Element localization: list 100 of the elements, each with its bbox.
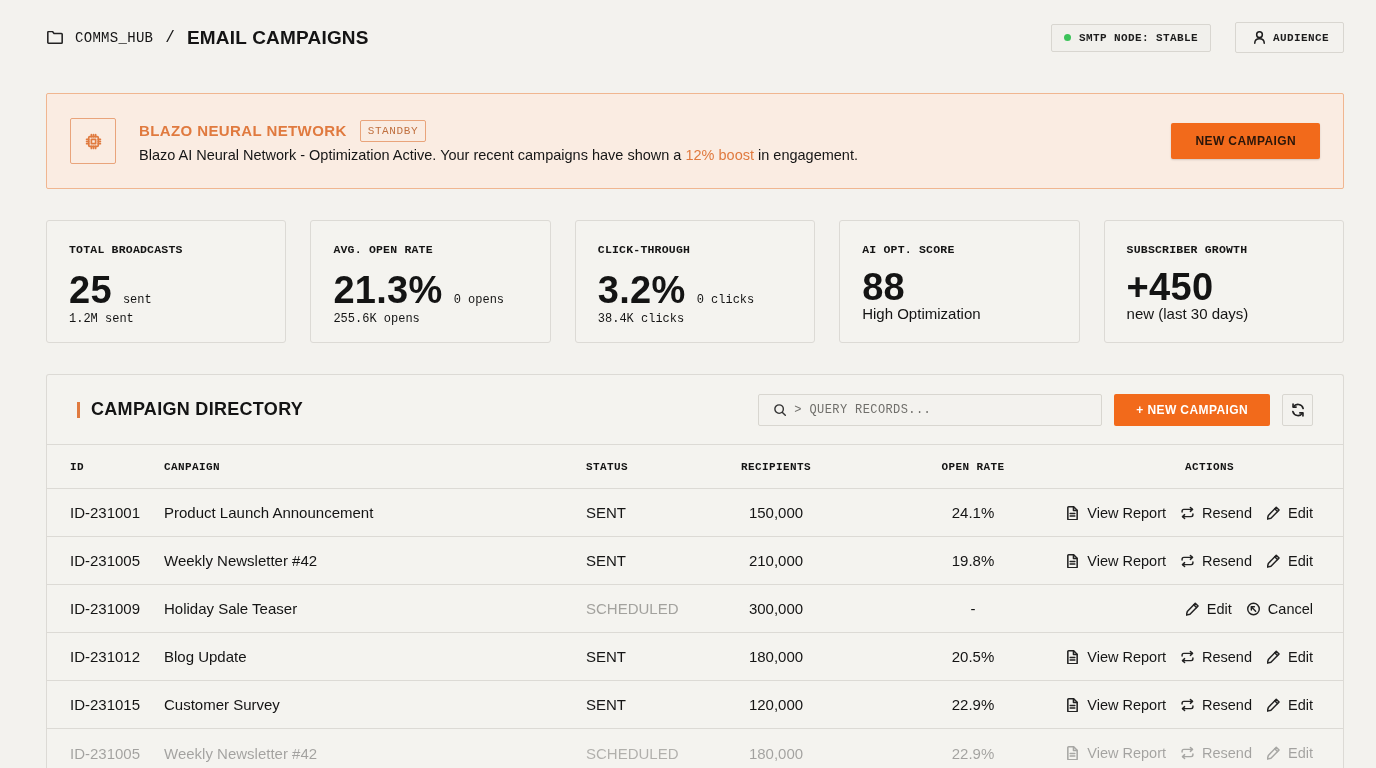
stat-unit: sent	[122, 293, 152, 307]
status-cell: SENT	[586, 552, 626, 569]
edit-link[interactable]: Edit	[1267, 696, 1313, 713]
breadcrumb-link[interactable]: COMMS_HUB	[75, 29, 154, 46]
table-cell: ID-231005	[70, 744, 141, 762]
search-icon	[774, 403, 787, 416]
status-cell: SCHEDULED	[586, 744, 679, 762]
column-header: ACTIONS	[1185, 460, 1234, 473]
status-cell: SCHEDULED	[586, 600, 679, 617]
status-cell: SENT	[586, 648, 626, 665]
table-cell: 22.9%	[951, 696, 995, 713]
stat-value: 88	[862, 266, 906, 308]
edit-link[interactable]: Edit	[1185, 600, 1232, 617]
edit-link[interactable]: Edit	[1267, 648, 1313, 665]
stat-label: AVG. OPEN RATE	[333, 243, 434, 256]
stat-detail: new (last 30 days)	[1126, 305, 1250, 322]
user-icon	[1254, 31, 1265, 44]
stat-unit: 0 opens	[453, 293, 505, 307]
refresh-icon	[1290, 402, 1305, 417]
table-cell: Blog Update	[164, 648, 247, 665]
column-header: STATUS	[586, 460, 628, 473]
table-cell: 24.1%	[951, 504, 995, 521]
accent-bar-icon	[77, 401, 80, 418]
table-cell: 22.9%	[951, 744, 995, 762]
repeat-arrows-icon	[1181, 505, 1194, 520]
table-cell: 180,000	[748, 648, 804, 665]
table-cell: Product Launch Announcement	[164, 504, 374, 521]
table-cell: 150,000	[748, 504, 804, 521]
stat-value: +450	[1126, 266, 1214, 308]
cancel-link[interactable]: Cancel	[1246, 600, 1313, 617]
resend-link[interactable]: Resend	[1181, 552, 1252, 569]
repeat-arrows-icon	[1181, 553, 1194, 568]
section-title: CAMPAIGN DIRECTORY	[91, 399, 304, 420]
banner-message: Blazo AI Neural Network - Optimization Active. Your recent campaigns have shown a 12% boost in engagement.	[139, 146, 858, 163]
pencil-icon	[1267, 697, 1280, 712]
repeat-arrows-icon	[1181, 697, 1194, 712]
stat-value: 3.2%	[597, 269, 686, 311]
column-header: OPEN RATE	[941, 460, 1005, 473]
pencil-icon	[1267, 505, 1280, 520]
table-cell: -	[970, 600, 976, 617]
folder-icon	[47, 31, 63, 44]
table-cell: Holiday Sale Teaser	[164, 600, 298, 617]
banner-title: BLAZO NEURAL NETWORK	[139, 122, 347, 139]
report-link[interactable]: View Report	[1066, 504, 1166, 521]
stat-label: CLICK-THROUGH	[597, 243, 692, 256]
pencil-icon	[1267, 746, 1280, 760]
stat-label: SUBSCRIBER GROWTH	[1126, 243, 1249, 256]
stat-detail: 255.6K opens	[333, 312, 421, 326]
pencil-icon	[1267, 649, 1280, 664]
audience-button[interactable]: AUDIENCE	[1235, 22, 1344, 53]
table-cell: Customer Survey	[164, 696, 280, 713]
standby-badge: STANDBY	[359, 119, 427, 142]
column-header: RECIPIENTS	[741, 460, 811, 473]
report-link[interactable]: View Report	[1066, 552, 1166, 569]
status-text: SMTP NODE: STABLE	[1078, 31, 1198, 44]
resend-link[interactable]: Resend	[1181, 648, 1252, 665]
stat-label: TOTAL BROADCASTS	[69, 243, 184, 256]
stat-detail: High Optimization	[862, 305, 982, 322]
status-cell: SENT	[586, 504, 626, 521]
table-cell: 210,000	[748, 552, 804, 569]
search-field[interactable]: > QUERY RECORDS...	[758, 393, 1103, 426]
document-icon	[1066, 649, 1080, 664]
pencil-icon	[1267, 553, 1280, 568]
table-cell: 20.5%	[951, 648, 995, 665]
repeat-arrows-icon	[1181, 746, 1194, 760]
table-cell: Weekly Newsletter #42	[164, 744, 318, 762]
page-title: EMAIL CAMPAIGNS	[186, 26, 369, 49]
pencil-icon	[1185, 601, 1199, 616]
document-icon	[1066, 697, 1080, 712]
table-cell: ID-231009	[70, 600, 141, 617]
table-cell: ID-231001	[70, 504, 141, 521]
status-dot-icon	[1063, 34, 1071, 41]
table-cell: 120,000	[748, 696, 804, 713]
stat-detail: 1.2M sent	[69, 312, 135, 326]
new-campaign-button[interactable]: NEW CAMPAIGN	[1171, 123, 1320, 159]
repeat-arrows-icon	[1181, 649, 1194, 664]
edit-link[interactable]: Edit	[1267, 552, 1313, 569]
document-icon	[1066, 505, 1080, 520]
stat-detail: 38.4K clicks	[597, 312, 686, 326]
stat-value: 25	[69, 269, 112, 311]
status-cell: SENT	[586, 696, 626, 713]
table-cell: 19.8%	[951, 552, 995, 569]
table-cell: 300,000	[748, 600, 804, 617]
stat-value: 21.3%	[333, 269, 443, 311]
report-link[interactable]: View Report	[1066, 648, 1166, 665]
breadcrumb-separator: /	[165, 28, 175, 47]
table-cell: Weekly Newsletter #42	[164, 552, 318, 569]
table-cell: ID-231005	[70, 552, 141, 569]
report-link[interactable]: View Report	[1066, 696, 1166, 713]
resend-link[interactable]: Resend	[1181, 504, 1252, 521]
edit-link[interactable]: Edit	[1267, 504, 1313, 521]
resend-link[interactable]: Resend	[1181, 696, 1252, 713]
column-header: CANPAIGN	[164, 460, 220, 473]
stat-label: AI OPT. SCORE	[862, 243, 956, 256]
refresh-button[interactable]	[1282, 393, 1313, 426]
document-icon	[1066, 553, 1080, 568]
table-cell: 180,000	[748, 744, 804, 762]
stat-unit: 0 clicks	[696, 293, 755, 307]
table-cell: ID-231012	[70, 648, 141, 665]
column-header: ID	[70, 460, 84, 473]
